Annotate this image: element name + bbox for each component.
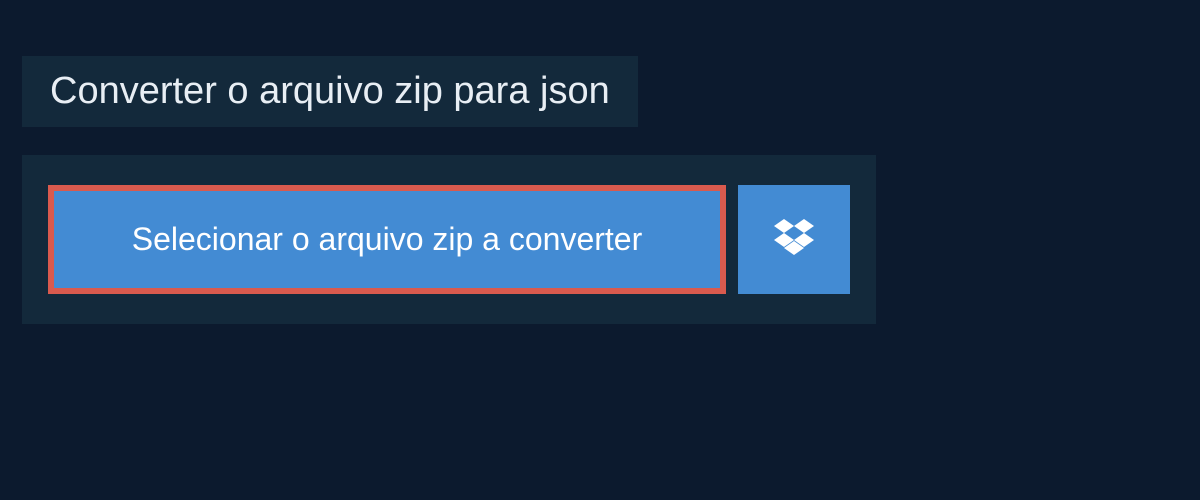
select-file-label: Selecionar o arquivo zip a converter [132, 221, 643, 258]
dropbox-icon [774, 219, 814, 260]
header-bar: Converter o arquivo zip para json [22, 56, 638, 127]
upload-panel: Selecionar o arquivo zip a converter [22, 155, 876, 324]
dropbox-button[interactable] [738, 185, 850, 294]
select-file-button[interactable]: Selecionar o arquivo zip a converter [48, 185, 726, 294]
page-title: Converter o arquivo zip para json [50, 70, 610, 113]
